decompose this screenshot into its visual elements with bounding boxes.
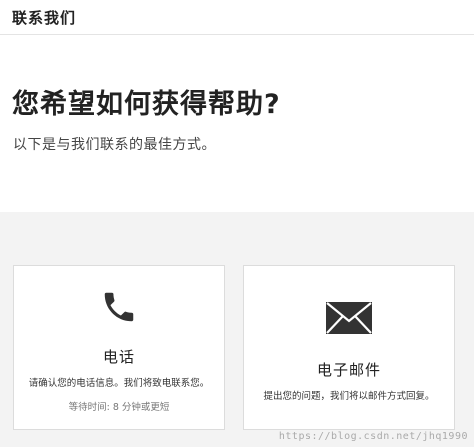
page-title: 您希望如何获得帮助? — [12, 89, 281, 120]
phone-card-description: 请确认您的电话信息。我们将致电联系您。 — [28, 378, 210, 389]
email-card-label: 电子邮件 — [316, 361, 381, 379]
header-title: 联系我们 — [12, 9, 77, 27]
header-bar: 联系我们 — [0, 0, 474, 35]
page-subtitle: 以下是与我们联系的最佳方式。 — [13, 137, 216, 153]
watermark-text: https://blog.csdn.net/jhq1990 — [278, 431, 468, 442]
email-card-description: 提出您的问题，我们将以邮件方式回复。 — [263, 391, 435, 402]
phone-card-label: 电话 — [102, 348, 135, 366]
phone-contact-card[interactable]: 电话 请确认您的电话信息。我们将致电联系您。 等待时间: 8 分钟或更短 — [13, 265, 225, 430]
email-contact-card[interactable]: 电子邮件 提出您的问题，我们将以邮件方式回复。 — [243, 265, 455, 430]
envelope-icon — [326, 302, 372, 338]
phone-icon — [100, 288, 138, 330]
phone-wait-time: 等待时间: 8 分钟或更短 — [68, 402, 170, 413]
